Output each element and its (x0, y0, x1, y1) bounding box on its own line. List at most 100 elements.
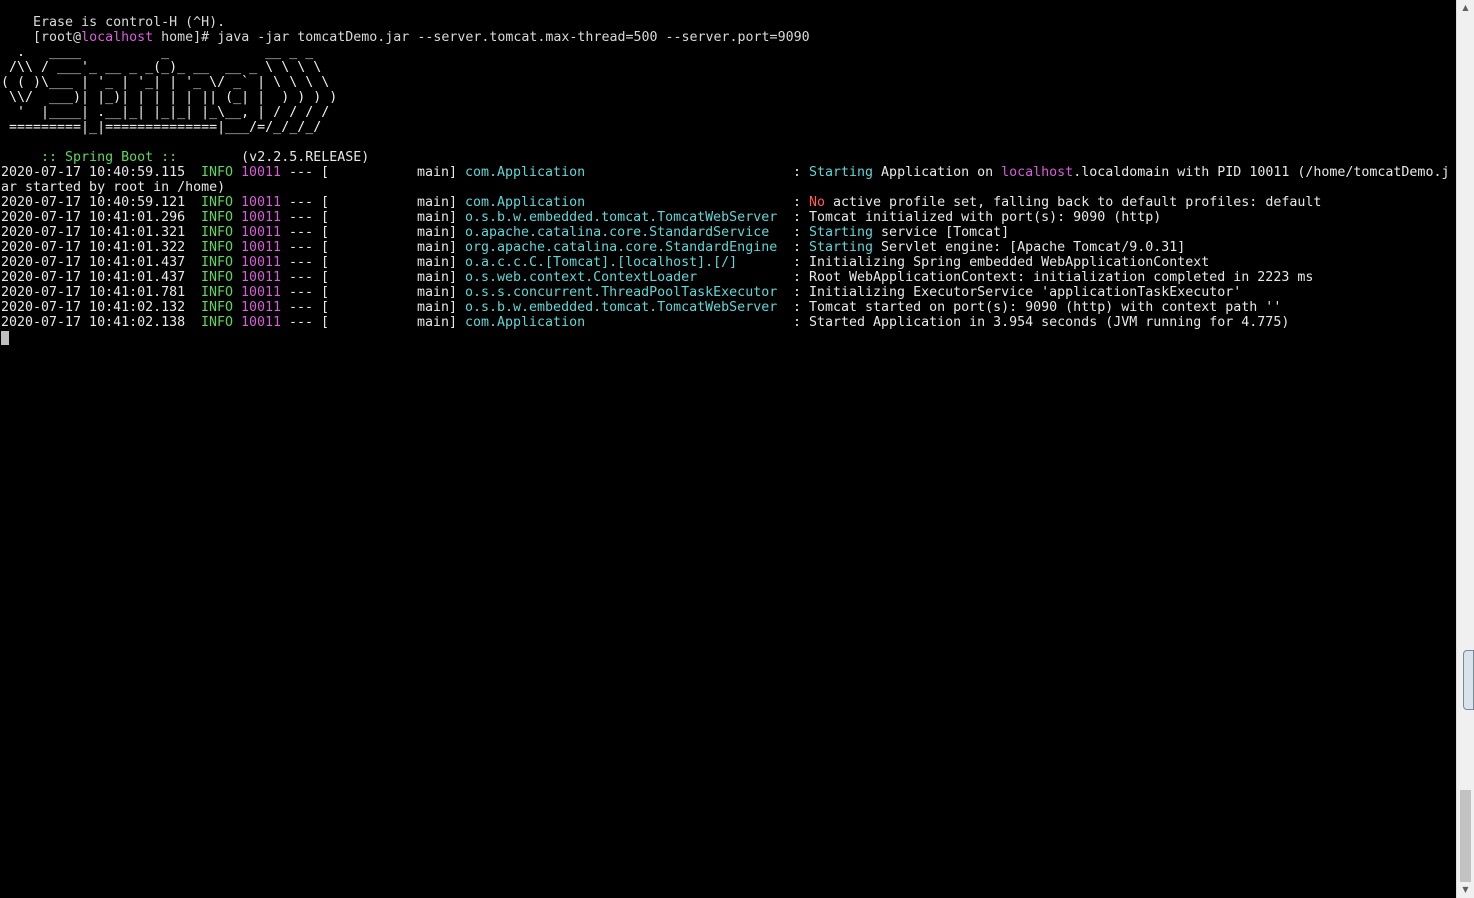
log-message-part: Started Application in 3.954 seconds (JV… (809, 315, 1290, 330)
prompt-open: [root@ (33, 30, 82, 45)
log-thread: main] (417, 225, 458, 240)
log-line: 2020-07-17 10:41:02.138 INFO 10011 --- [mai… (1, 315, 1456, 330)
log-thread: main] (417, 270, 458, 285)
log-logger: o.a.c.c.C.[Tomcat].[localhost].[/] (465, 255, 738, 270)
log-logger: o.s.b.w.embedded.tomcat.TomcatWebServer (465, 210, 778, 225)
log-level: INFO (201, 315, 234, 330)
log-timestamp: 2020-07-17 10:41:01.296 (1, 210, 186, 225)
log-colon: : (793, 165, 802, 180)
log-level: INFO (201, 195, 234, 210)
log-timestamp: 2020-07-17 10:41:01.437 (1, 255, 186, 270)
log-logger: o.s.s.concurrent.ThreadPoolTaskExecutor (465, 285, 778, 300)
log-colon: : (793, 315, 802, 330)
scroll-up-button[interactable]: ▲ (1457, 0, 1474, 16)
log-pid: 10011 (241, 165, 282, 180)
log-colon: : (793, 210, 802, 225)
log-colon: : (793, 300, 802, 315)
log-pid: 10011 (241, 225, 282, 240)
log-level: INFO (201, 210, 234, 225)
log-separator: --- [ (289, 165, 330, 180)
vertical-scrollbar[interactable]: ▲ ▼ (1456, 0, 1474, 898)
log-timestamp: 2020-07-17 10:41:01.437 (1, 270, 186, 285)
log-logger: com.Application (465, 315, 586, 330)
log-message: Root WebApplicationContext: initializati… (809, 270, 1313, 285)
terminal-window[interactable]: Erase is control-H (^H). [root@localhost… (0, 0, 1456, 898)
log-separator: --- [ (289, 300, 330, 315)
log-pid: 10011 (241, 255, 282, 270)
log-message: Starting Servlet engine: [Apache Tomcat/… (809, 240, 1185, 255)
prompt-host: localhost (81, 30, 154, 45)
log-line: 2020-07-17 10:41:01.321 INFO 10011 --- [ mai… (1, 225, 1456, 240)
log-thread: main] (417, 195, 458, 210)
log-logger: com.Application (465, 165, 586, 180)
log-separator: --- [ (289, 285, 330, 300)
log-line: 2020-07-17 10:40:59.115 INFO 10011 --- [ mai… (1, 165, 1456, 180)
log-message: Starting Application on localhost.locald… (809, 165, 1449, 180)
log-line: 2020-07-17 10:41:01.296 INFO 10011 --- [ mai… (1, 210, 1456, 225)
banner-line-1: . ____ _ __ _ _ (1, 45, 314, 60)
log-message-part: Tomcat initialized with port(s): 9090 (h… (809, 210, 1162, 225)
log-timestamp: 2020-07-17 10:41:02.138 (1, 315, 186, 330)
log-separator: --- [ (289, 210, 330, 225)
scroll-down-button[interactable]: ▼ (1457, 882, 1474, 898)
scroll-thumb[interactable] (1460, 790, 1471, 882)
log-level: INFO (201, 285, 234, 300)
log-message: Starting service [Tomcat] (809, 225, 1009, 240)
log-separator: --- [ (289, 240, 330, 255)
log-thread: main] (417, 300, 458, 315)
log-level: INFO (201, 225, 234, 240)
log-colon: : (793, 225, 802, 240)
log-timestamp: 2020-07-17 10:41:01.322 (1, 240, 186, 255)
terminal-line-erase: Erase is control-H (^H). (1, 0, 225, 30)
log-line: 2020-07-17 10:41:01.437 INFO 10011 --- [ mai… (1, 270, 1456, 285)
log-separator: --- [ (289, 225, 330, 240)
log-thread: main] (417, 165, 458, 180)
log-message: Started Application in 3.954 seconds (JV… (809, 315, 1289, 330)
log-message-part: Root WebApplicationContext: initializati… (809, 270, 1314, 285)
log-colon: : (793, 255, 802, 270)
triangle-down-icon: ▼ (1462, 885, 1469, 894)
log-logger: o.s.web.context.ContextLoader (465, 270, 698, 285)
log-separator: --- [ (289, 195, 330, 210)
log-pid: 10011 (241, 240, 282, 255)
log-pid: 10011 (241, 270, 282, 285)
log-message-part: Initializing ExecutorService 'applicatio… (809, 285, 1242, 300)
log-separator: --- [ (289, 255, 330, 270)
log-level: INFO (201, 270, 234, 285)
log-message-part: Tomcat started on port(s): 9090 (http) w… (809, 300, 1282, 315)
log-thread: main] (417, 285, 458, 300)
log-colon: : (793, 270, 802, 285)
log-colon: : (793, 240, 802, 255)
log-pid: 10011 (241, 285, 282, 300)
log-message: No active profile set, falling back to d… (809, 195, 1321, 210)
log-message: Tomcat started on port(s): 9090 (http) w… (809, 300, 1281, 315)
log-line: 2020-07-17 10:41:02.132 INFO 10011 --- [mai… (1, 300, 1456, 315)
banner-line-3: ( ( )\___ | '_ | '_| | '_ \/ _` | \ \ \ … (1, 75, 330, 90)
log-line: 2020-07-17 10:40:59.121 INFO 10011 --- [mai… (1, 195, 1456, 210)
log-level: INFO (201, 240, 234, 255)
log-separator: --- [ (289, 270, 330, 285)
log-thread: main] (417, 315, 458, 330)
log-message-part: active profile set, falling back to defa… (825, 195, 1322, 210)
log-line: 2020-07-17 10:41:01.322 INFO 10011 --- [ mai… (1, 240, 1456, 255)
log-pid: 10011 (241, 210, 282, 225)
side-panel-grip[interactable] (1463, 650, 1474, 710)
log-colon: : (793, 285, 802, 300)
log-message-part: .localdomain with PID 10011 (/home/tomca… (1073, 165, 1450, 180)
log-timestamp: 2020-07-17 10:41:01.321 (1, 225, 186, 240)
command-prompt-line: [root@localhost home]# java -jar tomcatD… (1, 15, 810, 45)
log-timestamp: 2020-07-17 10:41:02.132 (1, 300, 186, 315)
log-level: INFO (201, 165, 234, 180)
terminal-cursor (1, 331, 9, 345)
log-thread: main] (417, 210, 458, 225)
log-message-part: localhost (1001, 165, 1074, 180)
log-pid: 10011 (241, 315, 282, 330)
log-message: Initializing ExecutorService 'applicatio… (809, 285, 1241, 300)
log-message-part: Starting (809, 165, 874, 180)
spring-boot-version-line: :: Spring Boot :: (v2.2.5.RELEASE) (1, 135, 369, 165)
log-logger: com.Application (465, 195, 586, 210)
log-timestamp: 2020-07-17 10:40:59.115 (1, 165, 186, 180)
banner-line-4: \\/ ___)| |_)| | | | | || (_| | ) ) ) ) (1, 90, 338, 105)
log-thread: main] (417, 240, 458, 255)
log-message-part: Starting (809, 240, 874, 255)
